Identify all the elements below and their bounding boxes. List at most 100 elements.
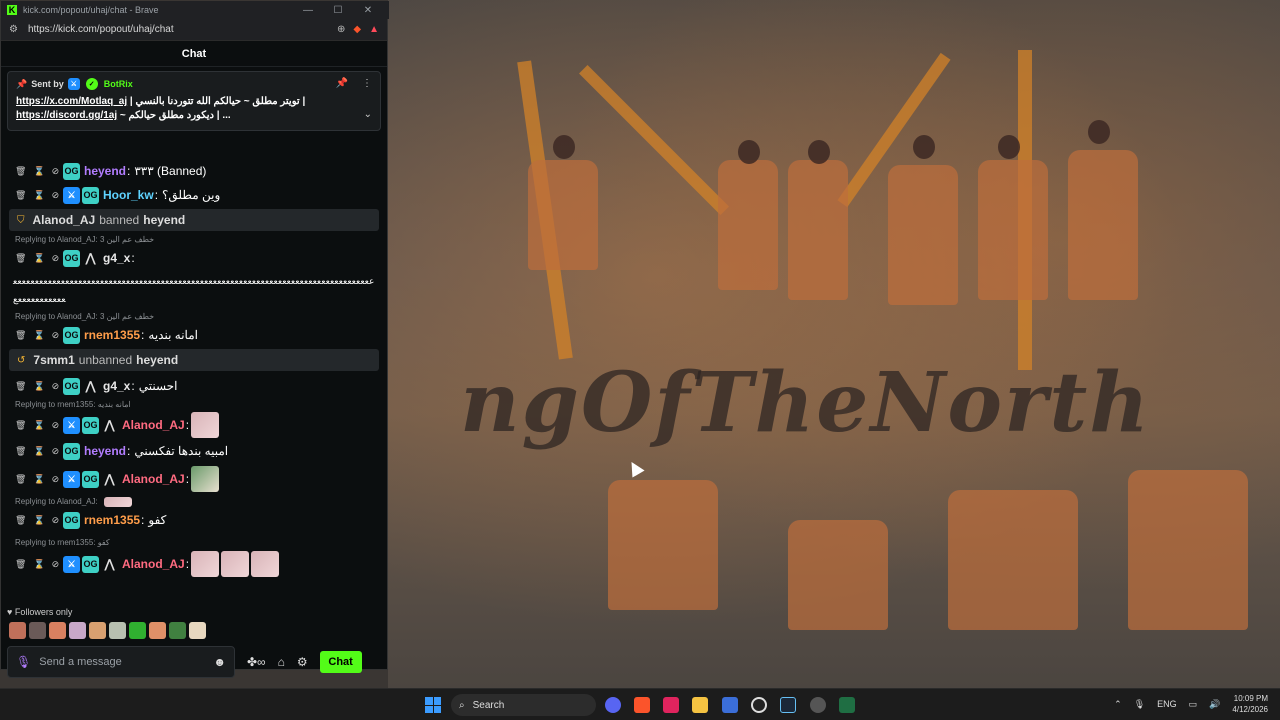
app-icon[interactable]: [810, 697, 826, 713]
username[interactable]: Hoor_kw: [103, 188, 154, 202]
steam-icon[interactable]: [780, 697, 796, 713]
volume-icon[interactable]: 🔊: [1209, 699, 1220, 710]
timeout-icon[interactable]: ⌛: [33, 559, 44, 570]
ban-icon[interactable]: ⊘: [52, 559, 60, 570]
network-icon[interactable]: ▭: [1189, 699, 1198, 710]
pinned-link-x[interactable]: https://x.com/Motlaq_aj: [16, 96, 127, 107]
delete-icon[interactable]: 🗑: [15, 559, 26, 570]
emote-button[interactable]: [69, 622, 86, 639]
timeout-icon[interactable]: ⌛: [33, 166, 44, 177]
delete-icon[interactable]: 🗑: [15, 420, 26, 431]
file-explorer-icon[interactable]: [692, 697, 708, 713]
mod-target[interactable]: heyend: [136, 353, 178, 367]
username[interactable]: Alanod_AJ: [122, 472, 185, 486]
reply-context[interactable]: Replying to Alanod_AJ:: [1, 495, 387, 508]
settings-gear-icon[interactable]: ⚙: [297, 655, 308, 669]
taskbar-search[interactable]: ⌕ Search: [451, 694, 596, 716]
windows-start-icon[interactable]: [425, 697, 441, 713]
brave-shield-icon[interactable]: ◆: [353, 24, 361, 35]
timeout-icon[interactable]: ⌛: [33, 381, 44, 392]
chat-message: 🗑 ⌛ ⊘ OG heyend: امبيه بندها تفكسني: [15, 442, 229, 460]
microphone-icon[interactable]: 🎙: [16, 655, 31, 669]
delete-icon[interactable]: 🗑: [15, 381, 26, 392]
clock-time: 10:09 PM: [1233, 694, 1268, 703]
delete-icon[interactable]: 🗑: [15, 253, 26, 264]
emote-button[interactable]: [149, 622, 166, 639]
reply-context[interactable]: Replying to rnem1355: كفو: [1, 536, 387, 549]
reply-context[interactable]: Replying to Alanod_AJ: 3 خطف عم الين: [1, 233, 387, 246]
chevron-down-icon[interactable]: ⌄: [364, 109, 372, 120]
clock[interactable]: 10:09 PM 4/12/2026: [1232, 693, 1268, 715]
username[interactable]: heyend: [84, 164, 126, 178]
emote-button[interactable]: [29, 622, 46, 639]
emote-button[interactable]: [109, 622, 126, 639]
delete-icon[interactable]: 🗑: [15, 515, 26, 526]
username[interactable]: g4_x: [103, 379, 130, 393]
mod-actor[interactable]: 7smm1: [33, 353, 74, 367]
og-badge-icon: OG: [82, 416, 99, 434]
terminal-icon[interactable]: [839, 697, 855, 713]
ban-icon[interactable]: ⊘: [52, 474, 60, 485]
ban-icon[interactable]: ⊘: [52, 190, 60, 201]
send-chat-button[interactable]: Chat: [319, 651, 362, 673]
ban-icon[interactable]: ⊘: [52, 166, 60, 177]
close-button[interactable]: ✕: [353, 5, 383, 16]
mod-target[interactable]: heyend: [143, 213, 185, 227]
delete-icon[interactable]: 🗑: [15, 166, 26, 177]
username[interactable]: Alanod_AJ: [122, 418, 185, 432]
emote-button[interactable]: [49, 622, 66, 639]
username[interactable]: rnem1355: [84, 513, 140, 527]
app-icon[interactable]: [663, 697, 679, 713]
emote-button[interactable]: [129, 622, 146, 639]
site-settings-icon[interactable]: ⚙: [9, 24, 18, 35]
brave-icon[interactable]: [634, 697, 650, 713]
delete-icon[interactable]: 🗑: [15, 190, 26, 201]
delete-icon[interactable]: 🗑: [15, 474, 26, 485]
ban-icon[interactable]: ⊘: [52, 446, 60, 457]
more-options-icon[interactable]: ⋮: [362, 78, 372, 89]
timeout-icon[interactable]: ⌛: [33, 515, 44, 526]
username[interactable]: g4_x: [103, 251, 130, 265]
timeout-icon[interactable]: ⌛: [33, 253, 44, 264]
ban-icon[interactable]: ⊘: [52, 253, 60, 264]
emote-button[interactable]: [189, 622, 206, 639]
unpin-icon[interactable]: 📌: [336, 78, 348, 89]
minimize-button[interactable]: —: [293, 5, 323, 16]
reply-context[interactable]: Replying to Alanod_AJ: 3 خطف عم الين: [1, 310, 387, 323]
emoji-icon[interactable]: ☻: [213, 655, 226, 669]
ban-icon[interactable]: ⊘: [52, 420, 60, 431]
zoom-icon[interactable]: ⊕: [337, 24, 345, 35]
chevron-up-icon[interactable]: ⌃: [1114, 699, 1122, 710]
timeout-icon[interactable]: ⌛: [33, 330, 44, 341]
language-indicator[interactable]: ENG: [1157, 699, 1177, 709]
mod-actor[interactable]: Alanod_AJ: [33, 213, 96, 227]
timeout-icon[interactable]: ⌛: [33, 474, 44, 485]
microphone-icon[interactable]: 🎙: [1134, 699, 1145, 710]
kicks-icon[interactable]: ✤∞: [247, 655, 266, 669]
app-icon[interactable]: [722, 697, 738, 713]
maximize-button[interactable]: ☐: [323, 5, 353, 16]
ban-icon[interactable]: ⊘: [52, 330, 60, 341]
timeout-icon[interactable]: ⌛: [33, 190, 44, 201]
obs-icon[interactable]: [751, 697, 767, 713]
pinned-link-discord[interactable]: https://discord.gg/1aj: [16, 110, 117, 121]
brave-rewards-icon[interactable]: ▲: [369, 24, 379, 35]
username[interactable]: Alanod_AJ: [122, 557, 185, 571]
url-text[interactable]: https://kick.com/popout/uhaj/chat: [28, 24, 329, 35]
delete-icon[interactable]: 🗑: [15, 446, 26, 457]
emote-button[interactable]: [89, 622, 106, 639]
username[interactable]: heyend: [84, 444, 126, 458]
bot-name[interactable]: BotRix: [104, 79, 133, 89]
ban-icon[interactable]: ⊘: [52, 381, 60, 392]
timeout-icon[interactable]: ⌛: [33, 420, 44, 431]
store-icon[interactable]: ⌂: [278, 655, 285, 669]
ban-icon[interactable]: ⊘: [52, 515, 60, 526]
emote-button[interactable]: [169, 622, 186, 639]
username[interactable]: rnem1355: [84, 328, 140, 342]
message-input[interactable]: 🎙 Send a message ☻: [7, 646, 235, 678]
reply-context[interactable]: Replying to rnem1355: امانه بنديه: [1, 398, 387, 411]
emote-button[interactable]: [9, 622, 26, 639]
delete-icon[interactable]: 🗑: [15, 330, 26, 341]
discord-icon[interactable]: [605, 697, 621, 713]
timeout-icon[interactable]: ⌛: [33, 446, 44, 457]
